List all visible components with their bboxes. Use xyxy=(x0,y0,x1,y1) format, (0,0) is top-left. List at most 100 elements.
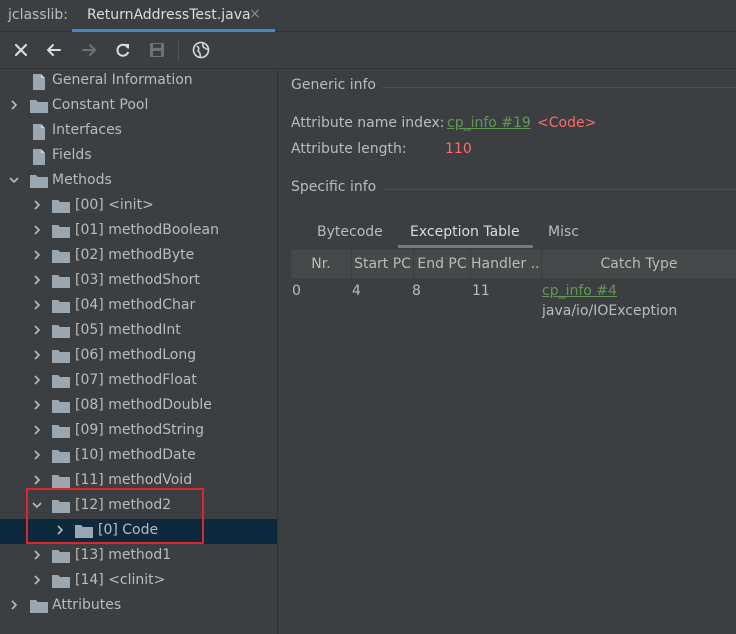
forward-arrow-icon[interactable] xyxy=(79,40,99,60)
tree-item-method[interactable]: [03] methodShort xyxy=(0,269,277,294)
folder-icon xyxy=(52,374,70,388)
folder-icon xyxy=(52,424,70,438)
toolbar-separator xyxy=(178,40,179,60)
tree-item-method[interactable]: [05] methodInt xyxy=(0,319,277,344)
tree-item-method[interactable]: [14] <clinit> xyxy=(0,569,277,594)
tree-item-interfaces[interactable]: Interfaces xyxy=(0,119,277,144)
save-icon[interactable] xyxy=(147,40,167,60)
folder-icon xyxy=(52,274,70,288)
cell-catch-type-link[interactable]: cp_info #4 xyxy=(542,283,617,299)
tree-item-method[interactable]: [13] method1 xyxy=(0,544,277,569)
attribute-length-label: Attribute length: xyxy=(291,141,407,157)
chevron-right-icon[interactable] xyxy=(31,324,43,336)
folder-icon xyxy=(52,299,70,313)
chevron-right-icon[interactable] xyxy=(31,449,43,461)
folder-icon xyxy=(52,249,70,263)
specific-info-tabs: Bytecode Exception Table Misc xyxy=(291,218,736,248)
tree-item-attributes[interactable]: Attributes xyxy=(0,594,277,619)
tree-item-label: [01] methodBoolean xyxy=(75,222,219,238)
tree-item-method[interactable]: [04] methodChar xyxy=(0,294,277,319)
close-icon[interactable] xyxy=(11,40,31,60)
tab-returnaddresstest[interactable]: ReturnAddressTest.java × xyxy=(72,0,275,32)
tree-item-general-information[interactable]: General Information xyxy=(0,69,277,94)
tree-item-label: [04] methodChar xyxy=(75,297,196,313)
chevron-right-icon[interactable] xyxy=(8,599,20,611)
folder-icon xyxy=(30,599,48,613)
chevron-right-icon[interactable] xyxy=(31,349,43,361)
column-header-handler[interactable]: Handler ... xyxy=(471,250,542,278)
chevron-right-icon[interactable] xyxy=(31,424,43,436)
section-divider xyxy=(382,189,736,190)
tab-close-icon[interactable]: × xyxy=(249,6,261,22)
cell-end-pc: 8 xyxy=(412,283,421,299)
tool-window-header: jclasslib: ReturnAddressTest.java × xyxy=(0,0,736,32)
attribute-name-value: <Code> xyxy=(537,115,597,131)
folder-icon xyxy=(52,449,70,463)
tree-item-label: Constant Pool xyxy=(52,97,149,113)
chevron-down-icon[interactable] xyxy=(8,174,20,186)
chevron-right-icon[interactable] xyxy=(31,399,43,411)
active-tab-indicator xyxy=(398,245,533,248)
tree-item-label: Attributes xyxy=(52,597,122,613)
tree-item-method[interactable]: [02] methodByte xyxy=(0,244,277,269)
tree-item-label: [09] methodString xyxy=(75,422,205,438)
tree-item-method[interactable]: [06] methodLong xyxy=(0,344,277,369)
tree-item-method[interactable]: [07] methodFloat xyxy=(0,369,277,394)
column-header-end-pc[interactable]: End PC xyxy=(414,250,471,278)
cell-nr: 0 xyxy=(292,283,301,299)
cp-info-link[interactable]: cp_info #19 xyxy=(447,115,531,131)
tree-item-label: [05] methodInt xyxy=(75,322,181,338)
chevron-right-icon[interactable] xyxy=(31,249,43,261)
tree-item-method[interactable]: [08] methodDouble xyxy=(0,394,277,419)
toolbar xyxy=(0,32,736,69)
folder-icon xyxy=(30,99,48,113)
column-header-nr[interactable]: Nr. xyxy=(291,250,352,278)
folder-icon xyxy=(52,574,70,588)
tree-item-constant-pool[interactable]: Constant Pool xyxy=(0,94,277,119)
column-header-catch-type[interactable]: Catch Type xyxy=(542,250,736,278)
folder-icon xyxy=(52,474,70,488)
chevron-right-icon[interactable] xyxy=(31,549,43,561)
file-icon xyxy=(31,124,47,140)
chevron-right-icon[interactable] xyxy=(31,199,43,211)
tree-item-fields[interactable]: Fields xyxy=(0,144,277,169)
folder-icon xyxy=(52,549,70,563)
tree-item-label: [06] methodLong xyxy=(75,347,197,363)
section-divider xyxy=(382,87,736,88)
folder-icon xyxy=(52,324,70,338)
tree-item-method[interactable]: [00] <init> xyxy=(0,194,277,219)
chevron-right-icon[interactable] xyxy=(31,299,43,311)
tab-label: ReturnAddressTest.java xyxy=(87,7,251,23)
chevron-right-icon[interactable] xyxy=(31,224,43,236)
tree-item-label: [10] methodDate xyxy=(75,447,196,463)
folder-icon xyxy=(52,224,70,238)
exception-table-header: Nr. Start PC End PC Handler ... Catch Ty… xyxy=(291,250,736,278)
tree-item-label: [03] methodShort xyxy=(75,272,200,288)
chevron-right-icon[interactable] xyxy=(31,274,43,286)
tree-item-label: [07] methodFloat xyxy=(75,372,197,388)
column-header-start-pc[interactable]: Start PC xyxy=(352,250,414,278)
chevron-right-icon[interactable] xyxy=(31,474,43,486)
tree-item-label: [13] method1 xyxy=(75,547,172,563)
tree-item-method[interactable]: [01] methodBoolean xyxy=(0,219,277,244)
chevron-right-icon[interactable] xyxy=(31,574,43,586)
tab-bytecode[interactable]: Bytecode xyxy=(317,224,383,240)
tab-exception-table[interactable]: Exception Table xyxy=(410,224,520,240)
tree-item-methods[interactable]: Methods xyxy=(0,169,277,194)
tree-item-label: Fields xyxy=(52,147,92,163)
tree-item-label: General Information xyxy=(52,72,193,88)
tab-misc[interactable]: Misc xyxy=(548,224,579,240)
tree-item-label: Methods xyxy=(52,172,112,188)
tree-item-method[interactable]: [10] methodDate xyxy=(0,444,277,469)
back-arrow-icon[interactable] xyxy=(44,40,64,60)
tree-item-method[interactable]: [09] methodString xyxy=(0,419,277,444)
tree-item-label: [00] <init> xyxy=(75,197,154,213)
tree-item-label: [08] methodDouble xyxy=(75,397,212,413)
chevron-right-icon[interactable] xyxy=(31,374,43,386)
globe-icon[interactable] xyxy=(191,40,211,60)
tool-window-title: jclasslib: xyxy=(8,7,69,23)
chevron-right-icon[interactable] xyxy=(8,99,20,111)
generic-info-title: Generic info xyxy=(291,77,376,93)
refresh-icon[interactable] xyxy=(113,40,133,60)
cell-start-pc: 4 xyxy=(352,283,361,299)
